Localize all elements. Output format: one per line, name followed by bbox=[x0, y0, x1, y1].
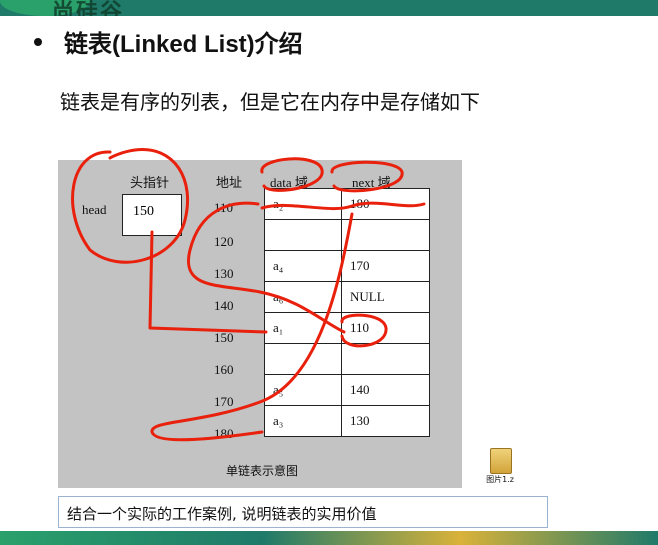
address-cell: 150 bbox=[214, 330, 234, 345]
head-pointer-value: 150 bbox=[133, 204, 154, 219]
data-cell: a₄ bbox=[264, 250, 342, 282]
memory-table: a₂ 180 a₄ 170 a₆ NULL a₁ 110 a₅ 140 a₃ 130 bbox=[264, 188, 430, 437]
data-cell: a₂ bbox=[264, 188, 342, 220]
slide-subtitle: 链表是有序的列表，但是它在内存中是存储如下 bbox=[60, 90, 480, 114]
file-attachment[interactable]: 图片1.z bbox=[482, 448, 518, 490]
diagram-caption: 单链表示意图 bbox=[226, 464, 299, 478]
address-cell: 180 bbox=[214, 426, 234, 441]
address-label: 地址 bbox=[216, 175, 243, 190]
data-cell: a₅ bbox=[264, 374, 342, 406]
next-cell bbox=[341, 219, 430, 251]
table-row bbox=[264, 343, 430, 375]
table-row: a₅ 140 bbox=[264, 374, 430, 406]
table-row: a₂ 180 bbox=[264, 188, 430, 220]
address-cell: 140 bbox=[214, 298, 234, 313]
next-cell bbox=[341, 343, 430, 375]
slide-title-text: 链表(Linked List)介绍 bbox=[64, 31, 303, 58]
head-label: head bbox=[82, 202, 107, 217]
file-name: 图片1.z bbox=[486, 475, 514, 484]
head-pointer-label: 头指针 bbox=[130, 175, 170, 190]
data-cell: a₁ bbox=[264, 312, 342, 344]
data-cell bbox=[264, 343, 342, 375]
table-row: a₄ 170 bbox=[264, 250, 430, 282]
address-cell: 120 bbox=[214, 234, 234, 249]
table-row bbox=[264, 219, 430, 251]
slide-title: 链表(Linked List)介绍 bbox=[34, 24, 303, 59]
next-cell: 130 bbox=[341, 405, 430, 437]
next-cell: 110 bbox=[341, 312, 430, 344]
next-cell: NULL bbox=[341, 281, 430, 313]
next-cell: 170 bbox=[341, 250, 430, 282]
data-cell: a₃ bbox=[264, 405, 342, 437]
data-cell: a₆ bbox=[264, 281, 342, 313]
bullet-icon bbox=[34, 37, 42, 46]
bottom-banner bbox=[0, 531, 658, 545]
note-text: 结合一个实际的工作案例, 说明链表的实用价值 bbox=[67, 505, 377, 523]
logo-text: 尚硅谷 bbox=[52, 0, 125, 16]
address-cell: 110 bbox=[214, 200, 234, 215]
address-cell: 160 bbox=[214, 362, 234, 377]
head-pointer-box: 150 bbox=[122, 194, 182, 236]
next-cell: 180 bbox=[341, 188, 430, 220]
data-cell bbox=[264, 219, 342, 251]
next-cell: 140 bbox=[341, 374, 430, 406]
address-cell: 130 bbox=[214, 266, 234, 281]
address-cell: 170 bbox=[214, 394, 234, 409]
table-row: a₃ 130 bbox=[264, 405, 430, 437]
top-banner: 尚硅谷 bbox=[0, 0, 658, 16]
folder-icon bbox=[490, 448, 512, 474]
table-row: a₆ NULL bbox=[264, 281, 430, 313]
note-textbox[interactable]: 结合一个实际的工作案例, 说明链表的实用价值 bbox=[58, 496, 548, 528]
linked-list-diagram: 头指针 地址 data 域 next 域 head 150 110 120 13… bbox=[58, 160, 462, 488]
table-row: a₁ 110 bbox=[264, 312, 430, 344]
